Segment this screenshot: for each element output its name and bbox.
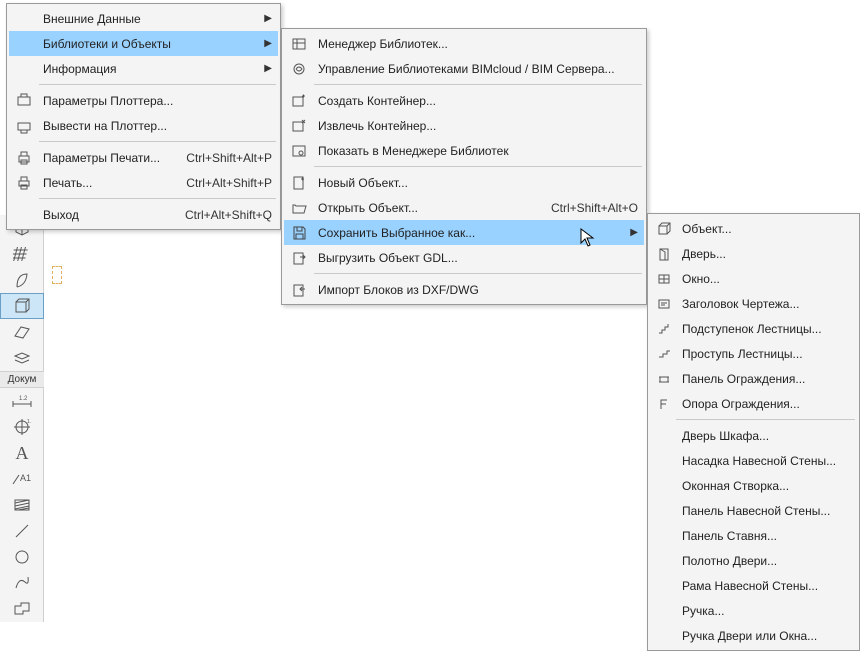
tool-spline[interactable] [0,570,44,596]
tool-hatch[interactable] [0,492,44,518]
menu-item-save-curtain-wall-frame[interactable]: Рама Навесной Стены... [650,573,857,598]
stair-riser-icon [654,318,674,340]
left-toolbar: Докум 1.2 1.2 A A1 [0,215,44,622]
tool-box-selected[interactable] [0,293,44,319]
tool-line[interactable] [0,518,44,544]
menu-item-save-door[interactable]: Дверь... [650,241,857,266]
menu-item-save-stair-tread[interactable]: Проступь Лестницы... [650,341,857,366]
submenu-save-as: Объект... Дверь... Окно... Заголовок Чер… [647,213,860,651]
submenu-arrow-icon: ▶ [258,38,272,49]
container-create-icon [288,90,310,112]
menu-item-save-stair-riser[interactable]: Подступенок Лестницы... [650,316,857,341]
menu-item-import-dxf[interactable]: Импорт Блоков из DXF/DWG [284,277,644,302]
menu-item-plot[interactable]: Вывести на Плоттер... [9,113,278,138]
menu-item-save-curtain-wall-cap[interactable]: Насадка Навесной Стены... [650,448,857,473]
door-icon [654,243,674,265]
print-icon [13,172,35,194]
stair-tread-icon [654,343,674,365]
open-object-icon [288,197,310,219]
menu-item-exit[interactable]: Выход Ctrl+Alt+Shift+Q [9,202,278,227]
import-dxf-icon [288,279,310,301]
menu-item-save-object[interactable]: Объект... [650,216,857,241]
submenu-arrow-icon: ▶ [624,227,638,238]
menu-item-show-in-manager[interactable]: Показать в Менеджере Библиотек [284,138,644,163]
tool-leaf[interactable] [0,267,44,293]
menu-item-create-container[interactable]: Создать Контейнер... [284,88,644,113]
bimcloud-icon [288,58,310,80]
menu-item-bimcloud-libs[interactable]: Управление Библиотеками BIMcloud / BIM С… [284,56,644,81]
menu-item-print-params[interactable]: Параметры Печати... Ctrl+Shift+Alt+P [9,145,278,170]
svg-text:1.2: 1.2 [19,396,28,402]
print-params-icon [13,147,35,169]
submenu-arrow-icon: ▶ [258,63,272,74]
menu-item-libraries-objects[interactable]: Библиотеки и Объекты ▶ [9,31,278,56]
menu-item-library-manager[interactable]: Менеджер Библиотек... [284,31,644,56]
container-extract-icon [288,115,310,137]
menu-item-save-window[interactable]: Окно... [650,266,857,291]
submenu-libraries: Менеджер Библиотек... Управление Библиот… [281,28,647,305]
submenu-arrow-icon: ▶ [258,13,272,24]
menu-separator [314,166,642,167]
menu-item-export-gdl[interactable]: Выгрузить Объект GDL... [284,245,644,270]
menu-separator [39,198,276,199]
menu-item-save-door-leaf[interactable]: Полотно Двери... [650,548,857,573]
export-gdl-icon [288,247,310,269]
tool-plane[interactable] [0,319,44,345]
tool-grid[interactable] [0,241,44,267]
tool-circle[interactable] [0,544,44,570]
tool-text[interactable]: A [0,440,44,466]
menu-item-save-railing-post[interactable]: Опора Ограждения... [650,391,857,416]
menu-separator [314,84,642,85]
menu-item-extract-container[interactable]: Извлечь Контейнер... [284,113,644,138]
new-object-icon [288,172,310,194]
plotter-params-icon [13,90,35,112]
menu-separator [676,419,855,420]
toolbar-section-label: Докум [0,371,44,388]
menu-item-save-railing-panel[interactable]: Панель Ограждения... [650,366,857,391]
tool-layers[interactable] [0,345,44,371]
menu-separator [39,141,276,142]
lib-show-icon [288,140,310,162]
menu-item-open-object[interactable]: Открыть Объект... Ctrl+Shift+Alt+O [284,195,644,220]
menu-item-save-window-sash[interactable]: Оконная Створка... [650,473,857,498]
save-as-icon [288,222,310,244]
menu-item-save-shutter-panel[interactable]: Панель Ставня... [650,523,857,548]
object-icon [654,218,674,240]
menu-item-information[interactable]: Информация ▶ [9,56,278,81]
tool-marker[interactable]: A1 [0,466,44,492]
railing-panel-icon [654,368,674,390]
tool-shape[interactable] [0,596,44,622]
railing-post-icon [654,393,674,415]
drawing-title-icon [654,293,674,315]
menu-separator [39,84,276,85]
menu-item-save-handle[interactable]: Ручка... [650,598,857,623]
plot-icon [13,115,35,137]
tool-target[interactable]: 1.2 [0,414,44,440]
menu-item-print[interactable]: Печать... Ctrl+Alt+Shift+P [9,170,278,195]
menu-item-save-cabinet-door[interactable]: Дверь Шкафа... [650,423,857,448]
svg-text:1.2: 1.2 [27,419,31,425]
menu-item-save-curtain-wall-panel[interactable]: Панель Навесной Стены... [650,498,857,523]
menu-separator [314,273,642,274]
menu-item-external-data[interactable]: Внешние Данные ▶ [9,6,278,31]
menu-item-save-selected-as[interactable]: Сохранить Выбранное как... ▶ [284,220,644,245]
menu-file: Внешние Данные ▶ Библиотеки и Объекты ▶ … [6,3,281,230]
menu-item-save-drawing-title[interactable]: Заголовок Чертежа... [650,291,857,316]
tool-dimension[interactable]: 1.2 [0,388,44,414]
selection-marker [52,266,62,284]
menu-item-new-object[interactable]: Новый Объект... [284,170,644,195]
svg-text:A1: A1 [20,473,31,483]
menu-item-plotter-params[interactable]: Параметры Плоттера... [9,88,278,113]
library-manager-icon [288,33,310,55]
window-icon [654,268,674,290]
menu-item-save-door-window-handle[interactable]: Ручка Двери или Окна... [650,623,857,648]
